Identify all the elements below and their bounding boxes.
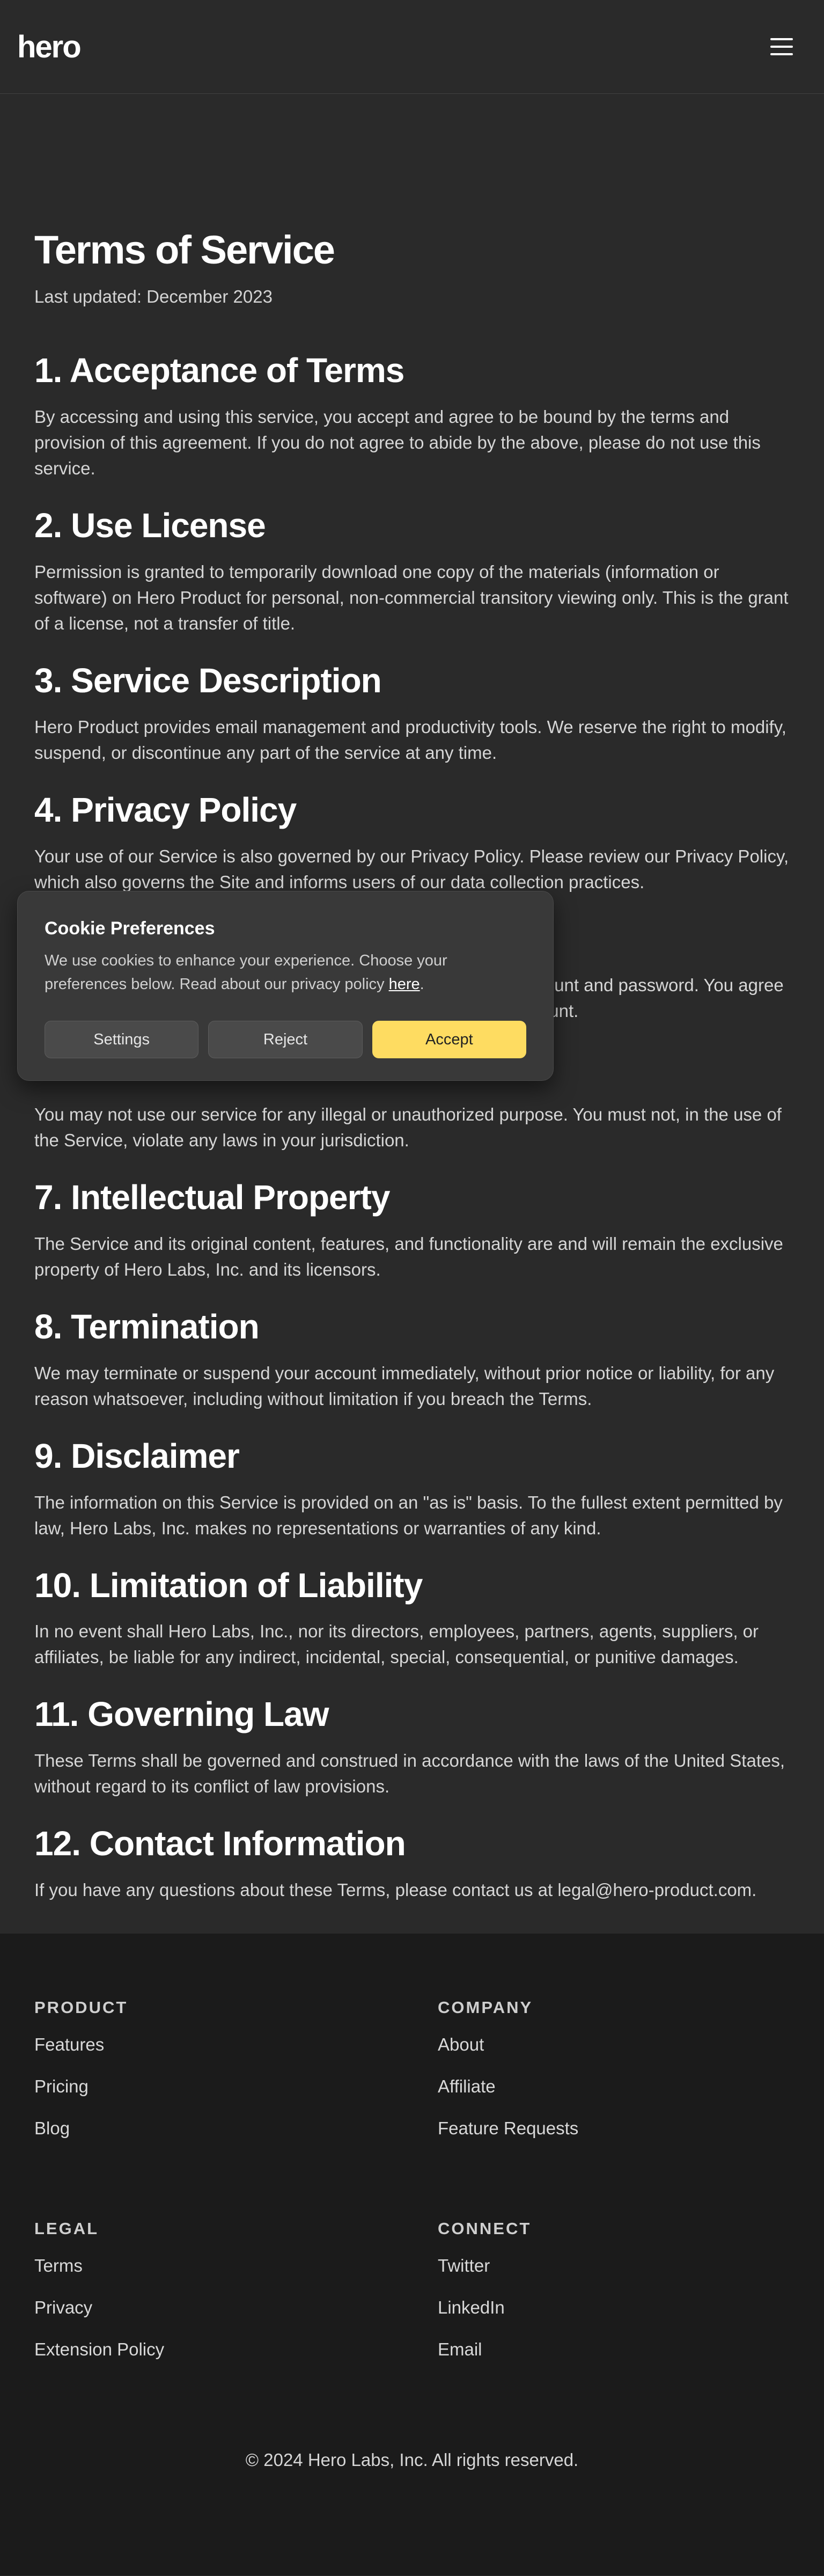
footer-link-privacy[interactable]: Privacy xyxy=(34,2297,438,2318)
footer-column-company: COMPANY About Affiliate Feature Requests xyxy=(438,1998,790,2160)
reject-button[interactable]: Reject xyxy=(208,1021,363,1058)
footer-link-email[interactable]: Email xyxy=(438,2339,790,2360)
section-acceptance: 1. Acceptance of Terms By accessing and … xyxy=(34,350,790,481)
accept-button[interactable]: Accept xyxy=(372,1021,526,1058)
cookie-text-end: . xyxy=(420,976,424,993)
section-intellectual-property: 7. Intellectual Property The Service and… xyxy=(34,1177,790,1283)
section-title: 9. Disclaimer xyxy=(34,1436,240,1475)
footer-column-connect: CONNECT Twitter LinkedIn Email xyxy=(438,2219,790,2381)
section-governing-law: 11. Governing Law These Terms shall be g… xyxy=(34,1694,790,1799)
section-body: Permission is granted to temporarily dow… xyxy=(34,561,789,633)
section-service-description: 3. Service Description Hero Product prov… xyxy=(34,660,790,766)
section-use-license: 2. Use License Permission is granted to … xyxy=(34,505,790,636)
section-body: Your use of our Service is also governed… xyxy=(34,846,789,892)
section-title: 4. Privacy Policy xyxy=(34,790,297,829)
footer-link-feature-requests[interactable]: Feature Requests xyxy=(438,2118,790,2139)
footer-column-legal: LEGAL Terms Privacy Extension Policy xyxy=(34,2219,438,2381)
footer-link-extension-policy[interactable]: Extension Policy xyxy=(34,2339,438,2360)
footer-column-product: PRODUCT Features Pricing Blog xyxy=(34,1998,438,2160)
section-body: The Service and its original content, fe… xyxy=(34,1233,783,1279)
footer-link-pricing[interactable]: Pricing xyxy=(34,2076,438,2097)
section-body: By accessing and using this service, you… xyxy=(34,407,761,479)
section-title: 11. Governing Law xyxy=(34,1695,329,1734)
section-limitation-of-liability: 10. Limitation of Liability In no event … xyxy=(34,1565,790,1671)
cookie-title: Cookie Preferences xyxy=(45,918,215,939)
page-title: Terms of Service xyxy=(34,228,335,272)
section-contact-information: 12. Contact Information If you have any … xyxy=(34,1823,790,1903)
footer-links: PRODUCT Features Pricing Blog COMPANY Ab… xyxy=(34,1998,790,2381)
settings-button[interactable]: Settings xyxy=(45,1021,199,1058)
section-title: 2. Use License xyxy=(34,506,266,545)
footer-heading: COMPANY xyxy=(438,1998,533,2017)
footer-link-terms[interactable]: Terms xyxy=(34,2256,438,2276)
section-title: 12. Contact Information xyxy=(34,1824,406,1863)
footer-link-affiliate[interactable]: Affiliate xyxy=(438,2076,790,2097)
section-body: In no event shall Hero Labs, Inc., nor i… xyxy=(34,1621,759,1667)
footer-heading: LEGAL xyxy=(34,2219,99,2238)
footer-link-blog[interactable]: Blog xyxy=(34,2118,438,2139)
footer-link-linkedin[interactable]: LinkedIn xyxy=(438,2297,790,2318)
cookie-banner: Cookie Preferences We use cookies to enh… xyxy=(17,891,554,1081)
section-privacy-policy: 4. Privacy Policy Your use of our Servic… xyxy=(34,789,790,895)
cookie-actions: Settings Reject Accept xyxy=(45,1021,526,1058)
site-header: hero xyxy=(0,0,824,94)
site-footer: PRODUCT Features Pricing Blog COMPANY Ab… xyxy=(0,1934,824,2575)
menu-icon[interactable] xyxy=(770,38,793,55)
cookie-text-body: We use cookies to enhance your experienc… xyxy=(45,952,447,993)
section-title: 7. Intellectual Property xyxy=(34,1178,390,1217)
footer-heading: PRODUCT xyxy=(34,1998,128,2017)
section-body: These Terms shall be governed and constr… xyxy=(34,1751,785,1797)
privacy-policy-link[interactable]: here xyxy=(389,976,420,993)
logo[interactable]: hero xyxy=(17,29,82,65)
section-disclaimer: 9. Disclaimer The information on this Se… xyxy=(34,1436,790,1541)
copyright: © 2024 Hero Labs, Inc. All rights reserv… xyxy=(245,2450,579,2470)
section-body: We may terminate or suspend your account… xyxy=(34,1363,775,1409)
section-body: If you have any questions about these Te… xyxy=(34,1879,757,1900)
section-body: You may not use our service for any ille… xyxy=(34,1104,782,1151)
section-title: 1. Acceptance of Terms xyxy=(34,351,404,390)
cookie-text: We use cookies to enhance your experienc… xyxy=(45,949,526,996)
section-body: The information on this Service is provi… xyxy=(34,1492,783,1538)
section-title: 8. Termination xyxy=(34,1307,260,1346)
section-title: 10. Limitation of Liability xyxy=(34,1565,423,1605)
section-body: Hero Product provides email management a… xyxy=(34,716,786,763)
section-title: 3. Service Description xyxy=(34,661,382,700)
footer-heading: CONNECT xyxy=(438,2219,532,2238)
footer-link-about[interactable]: About xyxy=(438,2035,790,2055)
footer-link-features[interactable]: Features xyxy=(34,2035,438,2055)
section-termination: 8. Termination We may terminate or suspe… xyxy=(34,1306,790,1412)
footer-link-twitter[interactable]: Twitter xyxy=(438,2256,790,2276)
last-updated: Last updated: December 2023 xyxy=(34,287,273,307)
